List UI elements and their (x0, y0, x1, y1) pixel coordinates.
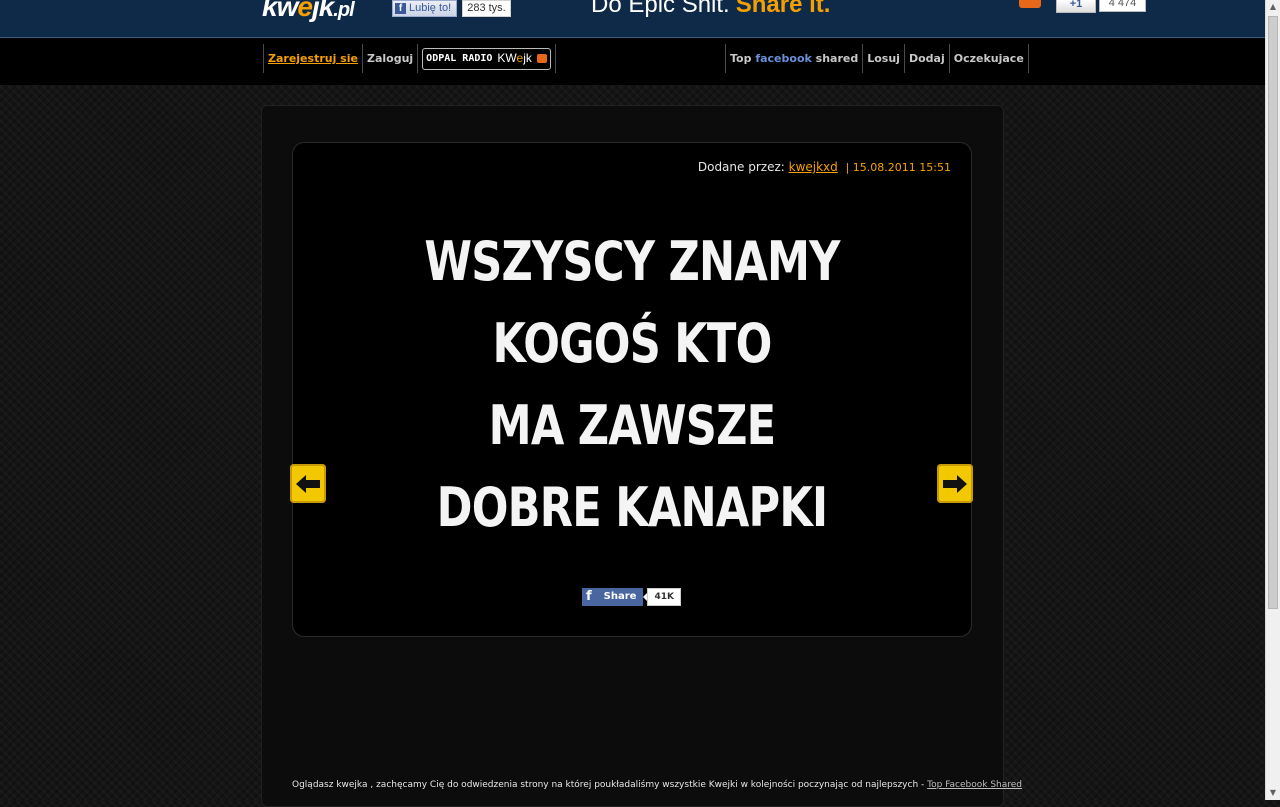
gplus-button[interactable]: +1 (1056, 0, 1096, 13)
meme-line: WSZYSCY ZNAMY (424, 230, 840, 293)
radio-button[interactable]: ODPAL RADIO KWejk (417, 44, 556, 73)
vertical-scrollbar[interactable]: ▲ ▼ (1265, 0, 1280, 800)
previous-post-button[interactable] (290, 464, 326, 503)
logo-text-accent: e (297, 0, 313, 22)
facebook-share-button[interactable]: f Share (582, 588, 644, 606)
post-meta: Dodane przez: kwejkxd | 15.08.2011 15:51 (698, 160, 951, 174)
nav-right-group: Top facebook shared Losuj Dodaj Oczekuja… (725, 44, 1029, 73)
site-header: kwejk.pl f Lubię to! 283 tys. Do Epic Sh… (0, 0, 1266, 38)
meme-line: KOGOŚ KTO (492, 312, 772, 375)
scroll-down-icon[interactable]: ▼ (1266, 786, 1280, 800)
top-facebook-shared-footer-link[interactable]: Top Facebook Shared (927, 780, 1022, 790)
radio-brand-main: KW (497, 51, 517, 65)
pending-link[interactable]: Oczekujace (948, 44, 1029, 73)
facebook-like-widget: f Lubię to! 283 tys. (392, 0, 511, 17)
random-link[interactable]: Losuj (862, 44, 905, 73)
share-count: 41K (643, 588, 681, 606)
gplus-count: 4 474 (1099, 0, 1146, 12)
scroll-up-icon[interactable]: ▲ (1266, 0, 1280, 14)
top-word: Top (730, 52, 752, 65)
radio-badge: ODPAL RADIO KWejk (422, 47, 551, 70)
added-by-label: Dodane przez: (697, 160, 785, 174)
facebook-like-label: Lubię to! (409, 2, 452, 14)
main-navbar: Zarejestruj sie Zaloguj ODPAL RADIO KWej… (0, 38, 1266, 85)
facebook-like-count: 283 tys. (462, 0, 511, 17)
post-timestamp: | 15.08.2011 15:51 (845, 161, 951, 174)
arrow-left-icon (296, 474, 320, 493)
logo-domain: .pl (333, 0, 354, 21)
site-slogan: Do Epic Shit. Share it. (591, 0, 830, 19)
share-label: Share (603, 591, 637, 602)
logo-text-main: kw (262, 0, 298, 22)
post-card: Dodane przez: kwejkxd | 15.08.2011 15:51… (292, 142, 972, 637)
arrow-right-icon (943, 474, 967, 493)
facebook-like-button[interactable]: f Lubię to! (392, 0, 458, 17)
register-link[interactable]: Zarejestruj sie (263, 44, 363, 73)
author-link[interactable]: kwejkxd (789, 160, 838, 174)
shared-word: shared (815, 52, 859, 65)
slogan-orange: Share it. (735, 0, 831, 18)
speaker-icon (536, 54, 547, 63)
footer-note: Oglądasz kwejka , zachęcamy Cię do odwie… (292, 780, 1022, 790)
site-logo[interactable]: kwejk.pl (262, 0, 355, 23)
radio-label: ODPAL RADIO (426, 53, 493, 64)
nav-left-group: Zarejestruj sie Zaloguj ODPAL RADIO KWej… (263, 44, 556, 73)
meme-line: MA ZAWSZE (488, 394, 776, 457)
scrollbar-thumb[interactable] (1268, 16, 1278, 609)
next-post-button[interactable] (937, 464, 973, 503)
add-link[interactable]: Dodaj (903, 44, 950, 73)
logo-text-rest: jk (311, 0, 334, 22)
meme-line: DOBRE KANAPKI (436, 476, 828, 539)
top-facebook-shared-link[interactable]: Top facebook shared (725, 44, 864, 73)
footer-text: Oglądasz kwejka , zachęcamy Cię do odwie… (292, 780, 925, 790)
meme-image[interactable]: WSZYSCY ZNAMY KOGOŚ KTO MA ZAWSZE DOBRE … (361, 221, 903, 549)
facebook-icon: f (395, 3, 406, 14)
facebook-icon: f (586, 589, 592, 604)
radio-brand: KWejk (497, 44, 531, 73)
share-widget: f Share 41K (582, 588, 681, 606)
slogan-white: Do Epic Shit. (591, 0, 730, 18)
login-link[interactable]: Zaloguj (361, 44, 419, 73)
radio-brand-rest: jk (523, 51, 532, 65)
facebook-word: facebook (755, 52, 812, 65)
rss-icon[interactable] (1019, 0, 1041, 8)
